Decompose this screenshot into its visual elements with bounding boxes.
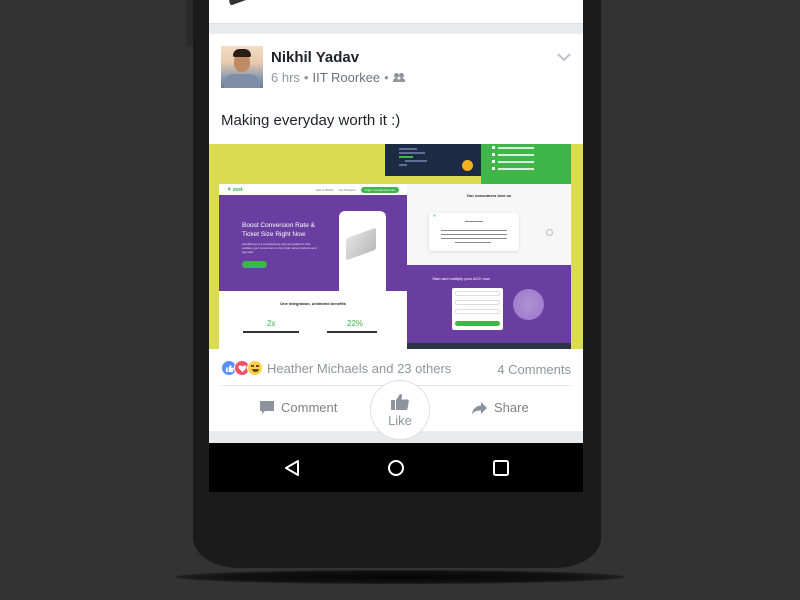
share-icon bbox=[472, 401, 487, 414]
post-meta: 6 hrs • IIT Roorkee • bbox=[271, 70, 405, 85]
post-image[interactable]: ⚘ zest How it Works Our Partners Login /… bbox=[209, 144, 583, 349]
like-button[interactable]: Like bbox=[370, 380, 430, 440]
comment-label: Comment bbox=[281, 400, 338, 415]
mock-signup-form bbox=[452, 288, 503, 330]
mock-hero: Boost Conversion Rate & Ticket Size Righ… bbox=[219, 195, 407, 291]
mock-landing-page: ⚘ zest How it Works Our Partners Login /… bbox=[219, 184, 407, 349]
mock-feature-list bbox=[481, 144, 571, 184]
like-label: Like bbox=[388, 412, 412, 428]
mock-decorative-circle bbox=[513, 289, 544, 320]
previous-post-card bbox=[209, 0, 583, 24]
laptop-image bbox=[346, 227, 376, 261]
home-button[interactable] bbox=[385, 457, 407, 479]
back-icon bbox=[285, 460, 299, 476]
share-label: Share bbox=[494, 400, 529, 415]
recents-icon bbox=[493, 460, 509, 476]
phone-screen: Nikhil Yadav 6 hrs • IIT Roorkee • Makin… bbox=[209, 0, 583, 492]
mock-benefits: One integration, unlimited benefits 2x 2… bbox=[219, 291, 407, 349]
mock-nav: ⚘ zest How it Works Our Partners Login /… bbox=[219, 184, 407, 195]
checkmark-badge-icon bbox=[462, 160, 473, 171]
avatar[interactable] bbox=[221, 46, 263, 88]
previous-post-image-fragment bbox=[228, 0, 252, 6]
mock-code-panel bbox=[385, 144, 481, 176]
mock-testimonials: Our consumers love us “ bbox=[407, 184, 571, 265]
mock-phone bbox=[339, 211, 386, 291]
post-text: Making everyday worth it :) bbox=[221, 112, 401, 129]
mock-testimonial-card: “ bbox=[429, 213, 519, 251]
recents-button[interactable] bbox=[490, 457, 512, 479]
post-time[interactable]: 6 hrs bbox=[271, 70, 300, 85]
meta-separator: • bbox=[303, 70, 309, 85]
phone-shadow bbox=[175, 570, 625, 584]
phone-side-button bbox=[186, 0, 193, 46]
meta-separator: • bbox=[384, 70, 389, 85]
comment-button[interactable]: Comment bbox=[259, 400, 337, 415]
android-nav-bar bbox=[209, 443, 583, 492]
mock-hero-body: ZestMoney is a revolutionary payment pla… bbox=[242, 242, 317, 254]
post-location[interactable]: IIT Roorkee bbox=[312, 70, 380, 85]
home-icon bbox=[388, 460, 404, 476]
chevron-down-icon[interactable] bbox=[557, 52, 571, 62]
mock-hero-title: Boost Conversion Rate & Ticket Size Righ… bbox=[242, 222, 315, 238]
share-button[interactable]: Share bbox=[471, 400, 529, 415]
haha-reaction-icon bbox=[247, 360, 263, 376]
thumbs-up-icon bbox=[391, 393, 409, 410]
reactions-summary[interactable]: Heather Michaels and 23 others bbox=[221, 360, 451, 376]
stage: Nikhil Yadav 6 hrs • IIT Roorkee • Makin… bbox=[0, 0, 800, 600]
mock-signup-section: Start and multiply your AOV now bbox=[407, 265, 571, 349]
friends-icon[interactable] bbox=[392, 73, 405, 82]
reactions-text[interactable]: Heather Michaels and 23 others bbox=[267, 361, 451, 376]
mock-logo: ⚘ zest bbox=[227, 186, 243, 193]
author-name[interactable]: Nikhil Yadav bbox=[271, 49, 359, 66]
feed-post: Nikhil Yadav 6 hrs • IIT Roorkee • Makin… bbox=[209, 34, 583, 440]
comments-count[interactable]: 4 Comments bbox=[497, 362, 571, 377]
carousel-next-icon bbox=[546, 229, 553, 236]
comment-icon bbox=[260, 401, 274, 414]
back-button[interactable] bbox=[281, 457, 303, 479]
mock-hero-button bbox=[242, 261, 267, 268]
